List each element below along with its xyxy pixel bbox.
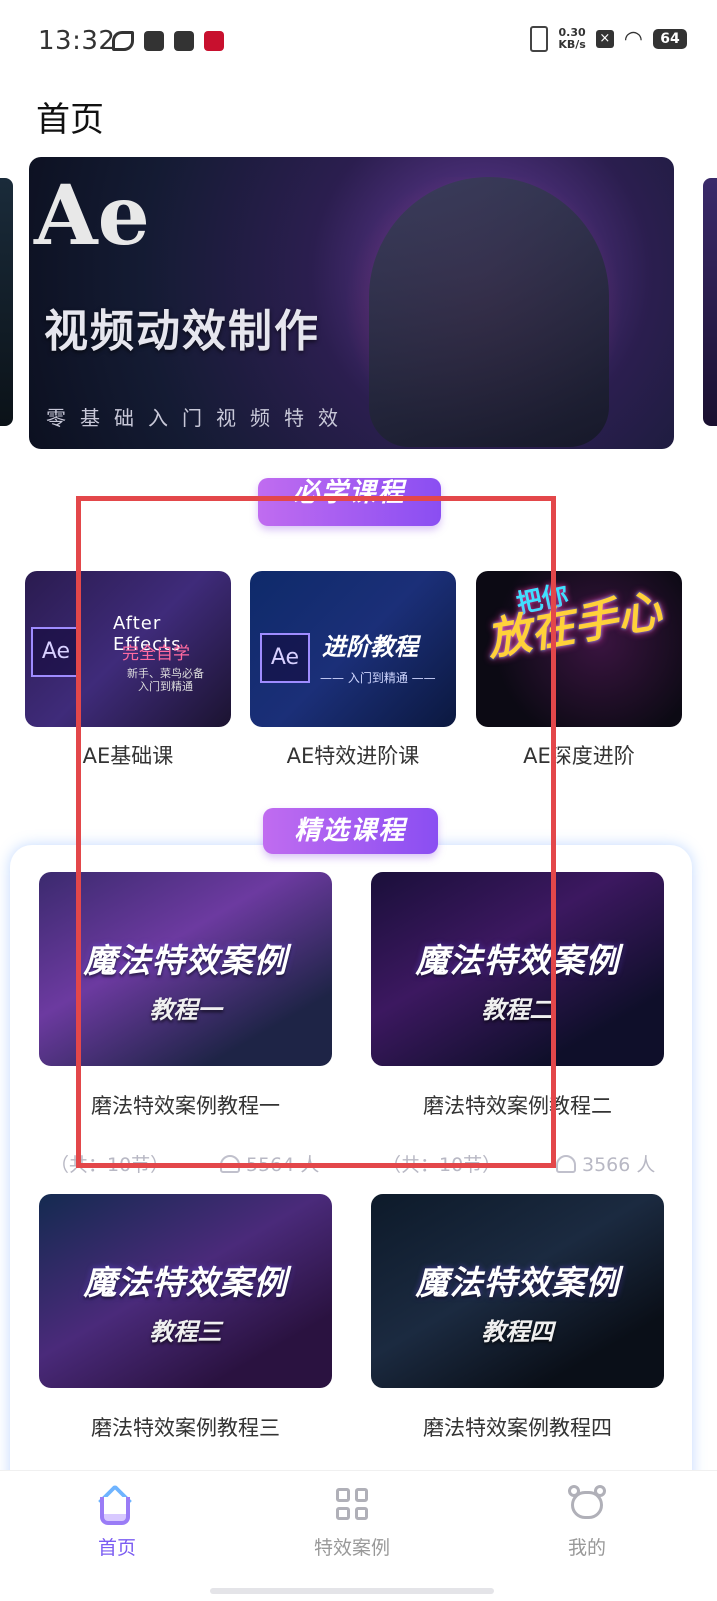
bottom-tab-bar: 首页 特效案例 我的 <box>0 1470 717 1601</box>
sim-off-icon: × <box>595 30 614 48</box>
banner-title: 视频动效制作 <box>44 306 320 357</box>
featured-label[interactable]: 磨法特效案例教程三 <box>39 1412 332 1442</box>
learner-count: 3566 人 <box>556 1150 655 1177</box>
status-bar: 13:32 0.30 KB/s × ◠ 64 <box>0 0 717 84</box>
thumb-sub: 教程四 <box>481 1318 554 1346</box>
red-app-icon <box>204 31 224 51</box>
tab-home[interactable]: 首页 <box>57 1484 177 1560</box>
message-icon <box>144 31 164 51</box>
featured-card-3[interactable]: 魔法特效案例 教程三 <box>39 1194 332 1388</box>
tab-mine[interactable]: 我的 <box>527 1485 647 1560</box>
thumb-sub: 教程三 <box>149 1318 222 1346</box>
status-time: 13:32 <box>38 26 116 56</box>
star-app-icon <box>174 31 194 51</box>
carousel-prev-peek[interactable] <box>0 178 13 426</box>
carousel-next-peek[interactable] <box>703 178 717 426</box>
thumb-title: 魔法特效案例 <box>415 1263 620 1302</box>
banner-figure-image <box>369 177 609 447</box>
tab-label: 我的 <box>567 1537 606 1559</box>
banner-subtitle: 零基础入门视频特效 <box>46 406 352 430</box>
wifi-icon: ◠ <box>623 26 643 52</box>
banner-ae-logo: Ae <box>34 168 150 264</box>
thumb-title: 魔法特效案例 <box>83 1263 288 1302</box>
tab-effect-cases[interactable]: 特效案例 <box>292 1485 412 1560</box>
ae-logo-icon: Ae <box>31 627 81 677</box>
vibrate-icon <box>530 26 549 52</box>
leaf-icon <box>112 31 134 51</box>
tab-label: 首页 <box>97 1537 136 1559</box>
network-speed: 0.30 KB/s <box>558 26 586 51</box>
featured-card-4[interactable]: 魔法特效案例 教程四 <box>371 1194 664 1388</box>
bear-icon <box>568 1485 606 1523</box>
home-indicator[interactable] <box>210 1588 494 1594</box>
battery-icon: 64 <box>653 29 687 49</box>
notification-icons <box>112 31 224 51</box>
tab-label: 特效案例 <box>313 1537 390 1559</box>
people-icon <box>556 1154 576 1173</box>
featured-label[interactable]: 磨法特效案例教程四 <box>371 1412 664 1442</box>
home-icon <box>98 1484 136 1525</box>
highlight-box <box>76 496 556 1168</box>
grid-icon <box>333 1485 371 1523</box>
page-title: 首页 <box>36 100 104 140</box>
status-right: 0.30 KB/s × ◠ 64 <box>530 26 687 52</box>
